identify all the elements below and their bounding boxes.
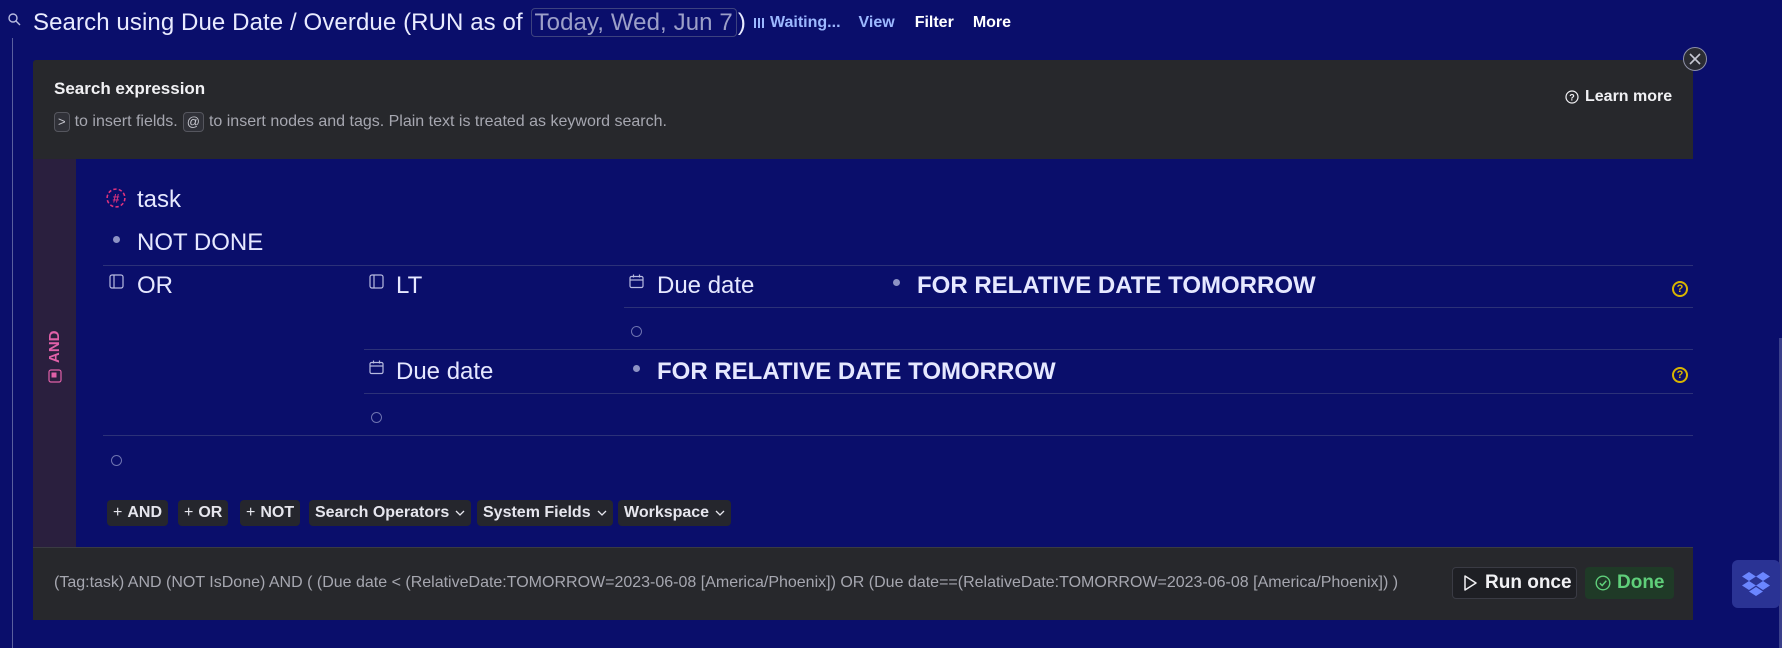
- filter-button[interactable]: Filter: [915, 14, 954, 32]
- and-label: AND: [46, 330, 63, 364]
- bullet-dot[interactable]: [633, 365, 640, 372]
- svg-text:?: ?: [1569, 93, 1575, 103]
- row-divider: [364, 393, 1693, 394]
- plus-icon: +: [113, 504, 123, 521]
- empty-node-circle[interactable]: [631, 326, 642, 337]
- header-toolbar: Waiting... View Filter More: [754, 14, 1011, 32]
- and-node-icon: [47, 369, 62, 383]
- row-divider: [103, 435, 1693, 436]
- row-divider: [103, 265, 1693, 266]
- search-operators-dropdown[interactable]: Search Operators: [309, 500, 472, 526]
- calendar-icon: [369, 360, 384, 375]
- row-divider: [364, 349, 1693, 350]
- system-fields-dropdown[interactable]: System Fields: [477, 500, 613, 526]
- add-and-button[interactable]: + AND: [107, 500, 169, 526]
- svg-text:#: #: [113, 191, 120, 205]
- learn-more-link[interactable]: ? Learn more: [1565, 88, 1672, 106]
- add-and-label: AND: [127, 504, 163, 521]
- page-title: Search using Due Date / Overdue (RUN as …: [33, 8, 746, 37]
- row-divider: [624, 307, 1693, 308]
- hint-key-gt: >: [54, 112, 70, 132]
- title-text: Search using Due Date / Overdue (RUN as …: [33, 9, 523, 36]
- view-button[interactable]: View: [859, 14, 895, 32]
- or-node-icon[interactable]: [109, 274, 124, 289]
- system-fields-label: System Fields: [483, 504, 591, 521]
- run-once-button[interactable]: Run once: [1452, 567, 1577, 599]
- empty-node-circle[interactable]: [111, 455, 122, 466]
- chevron-down-icon: [715, 510, 725, 516]
- title-close-paren: ): [737, 9, 746, 36]
- play-icon: [1464, 575, 1477, 591]
- panel-hint: > to insert fields. @ to insert nodes an…: [54, 112, 667, 132]
- done-button[interactable]: Done: [1585, 567, 1674, 599]
- hint-text-nodes: to insert nodes and tags. Plain text is …: [208, 113, 667, 130]
- or-node[interactable]: OR: [137, 272, 173, 300]
- dropbox-icon: [1742, 572, 1770, 596]
- close-icon: [1689, 53, 1701, 65]
- lt-node-icon[interactable]: [369, 274, 384, 289]
- date-chip[interactable]: Today, Wed, Jun 7: [530, 8, 737, 37]
- tag-hash-icon: #: [106, 188, 126, 208]
- help-circle-icon: ?: [1565, 90, 1579, 104]
- run-once-label: Run once: [1485, 572, 1572, 593]
- check-circle-icon: [1595, 575, 1611, 591]
- workspace-dropdown[interactable]: Workspace: [618, 500, 732, 526]
- calendar-icon: [629, 274, 644, 289]
- help-icon[interactable]: ?: [1672, 281, 1688, 297]
- hint-key-at: @: [182, 112, 204, 132]
- tag-task[interactable]: task: [137, 186, 181, 214]
- search-operators-label: Search Operators: [315, 504, 450, 521]
- done-label: Done: [1617, 572, 1665, 593]
- due-date-value-1[interactable]: FOR RELATIVE DATE TOMORROW: [917, 272, 1316, 300]
- empty-node-circle[interactable]: [371, 412, 382, 423]
- chevron-down-icon: [597, 510, 607, 516]
- not-done-node[interactable]: NOT DONE: [137, 229, 263, 257]
- query-editor: [76, 159, 1693, 547]
- add-not-button[interactable]: + NOT: [240, 500, 301, 526]
- help-icon[interactable]: ?: [1672, 367, 1688, 383]
- more-button[interactable]: More: [973, 14, 1011, 32]
- waiting-label: Waiting...: [770, 14, 841, 31]
- close-button[interactable]: [1683, 47, 1707, 71]
- bullet-dot[interactable]: [113, 236, 120, 243]
- due-date-value-2[interactable]: FOR RELATIVE DATE TOMORROW: [657, 358, 1056, 386]
- plus-icon: +: [184, 504, 194, 521]
- waiting-button[interactable]: Waiting...: [754, 14, 841, 32]
- lt-node[interactable]: LT: [396, 272, 422, 300]
- due-date-field-1[interactable]: Due date: [657, 272, 754, 300]
- chevron-down-icon: [455, 510, 465, 516]
- compiled-expression: (Tag:task) AND (NOT IsDone) AND ( (Due d…: [54, 574, 1399, 591]
- outline-guide-line: [12, 38, 13, 648]
- and-operator-label: AND: [46, 331, 63, 384]
- plus-icon: +: [246, 504, 256, 521]
- add-not-label: NOT: [260, 504, 295, 521]
- learn-more-label: Learn more: [1585, 88, 1673, 105]
- search-icon: [8, 13, 21, 26]
- panel-title: Search expression: [54, 79, 206, 98]
- waiting-icon: [754, 18, 764, 28]
- hint-text-fields: to insert fields.: [74, 113, 178, 130]
- due-date-field-2[interactable]: Due date: [396, 358, 493, 386]
- dropbox-badge[interactable]: [1732, 560, 1780, 608]
- add-or-label: OR: [198, 504, 223, 521]
- add-or-button[interactable]: + OR: [178, 500, 229, 526]
- bullet-dot[interactable]: [893, 279, 900, 286]
- workspace-label: Workspace: [624, 504, 710, 521]
